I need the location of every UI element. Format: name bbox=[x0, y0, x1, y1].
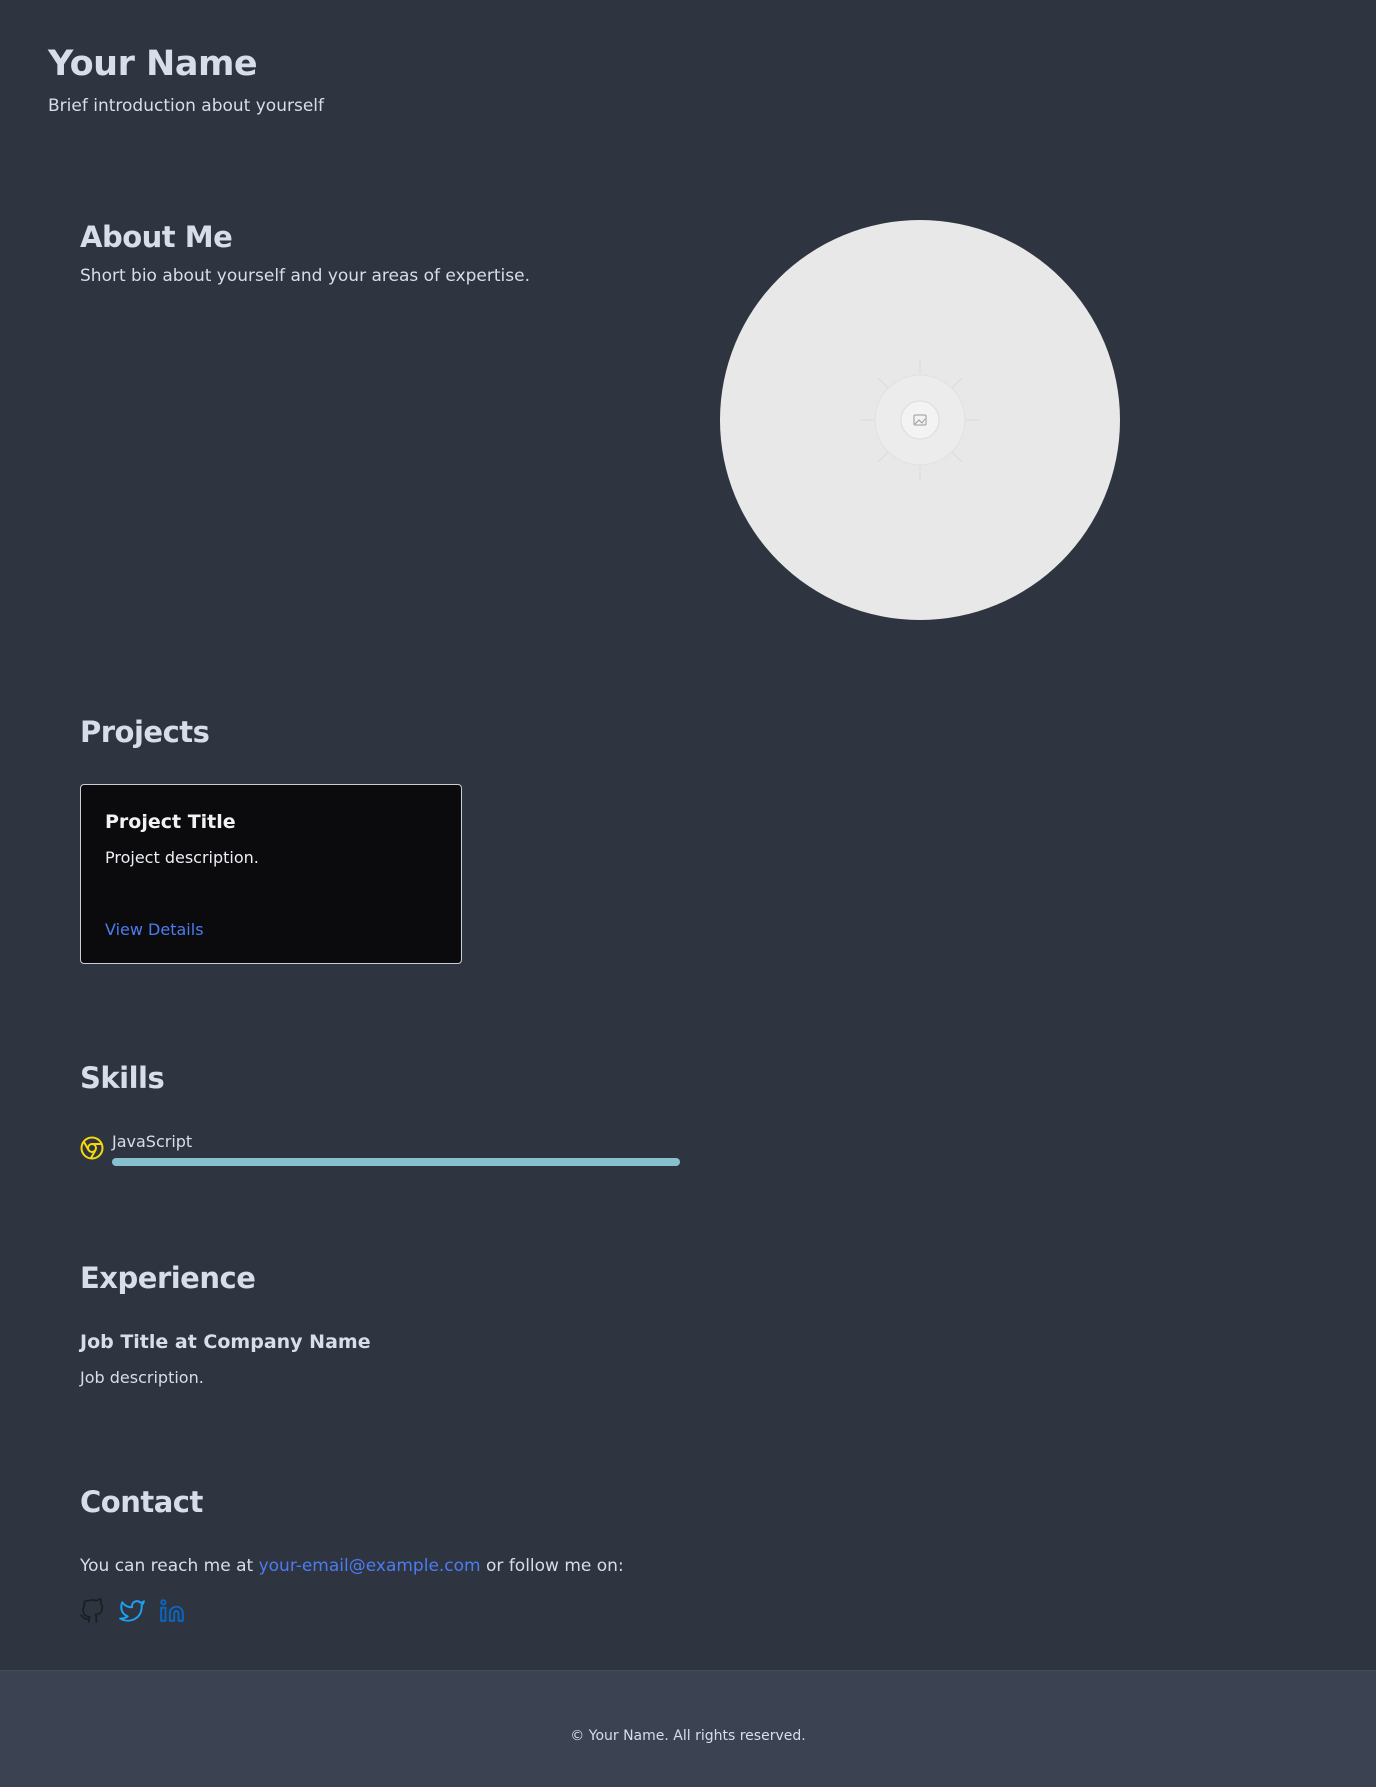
contact-heading: Contact bbox=[80, 1485, 203, 1519]
view-details-link[interactable]: View Details bbox=[105, 920, 204, 939]
chrome-icon bbox=[80, 1136, 104, 1160]
site-header: Your Name Brief introduction about yours… bbox=[48, 44, 324, 116]
skill-name: JavaScript bbox=[112, 1132, 193, 1151]
skills-heading: Skills bbox=[80, 1061, 165, 1095]
job-title: Job Title at Company Name bbox=[80, 1331, 371, 1353]
experience-heading: Experience bbox=[80, 1261, 256, 1295]
profile-image bbox=[720, 220, 1120, 620]
github-link[interactable] bbox=[79, 1598, 105, 1624]
job-description: Job description. bbox=[80, 1368, 204, 1387]
twitter-link[interactable] bbox=[119, 1598, 145, 1624]
github-icon bbox=[80, 1598, 104, 1623]
site-intro: Brief introduction about yourself bbox=[48, 96, 324, 116]
image-placeholder-icon bbox=[860, 360, 980, 480]
projects-heading: Projects bbox=[80, 715, 210, 749]
about-heading: About Me bbox=[80, 220, 233, 254]
about-bio: Short bio about yourself and your areas … bbox=[80, 266, 530, 286]
footer-copyright: © Your Name. All rights reserved. bbox=[570, 1728, 806, 1744]
contact-text: You can reach me at your-email@example.c… bbox=[80, 1556, 624, 1576]
email-link[interactable]: your-email@example.com bbox=[259, 1556, 481, 1576]
twitter-icon bbox=[119, 1600, 145, 1622]
project-card: Project Title Project description. View … bbox=[80, 784, 462, 964]
linkedin-link[interactable] bbox=[159, 1598, 185, 1624]
project-title: Project Title bbox=[105, 811, 236, 833]
skill-progress-fill bbox=[112, 1158, 680, 1166]
contact-text-before: You can reach me at bbox=[80, 1556, 259, 1576]
contact-text-after: or follow me on: bbox=[480, 1556, 624, 1576]
site-title: Your Name bbox=[48, 44, 258, 84]
project-description: Project description. bbox=[105, 848, 259, 867]
linkedin-icon bbox=[160, 1599, 184, 1622]
skill-progress-bar bbox=[112, 1158, 680, 1166]
site-footer: © Your Name. All rights reserved. bbox=[0, 1670, 1376, 1787]
